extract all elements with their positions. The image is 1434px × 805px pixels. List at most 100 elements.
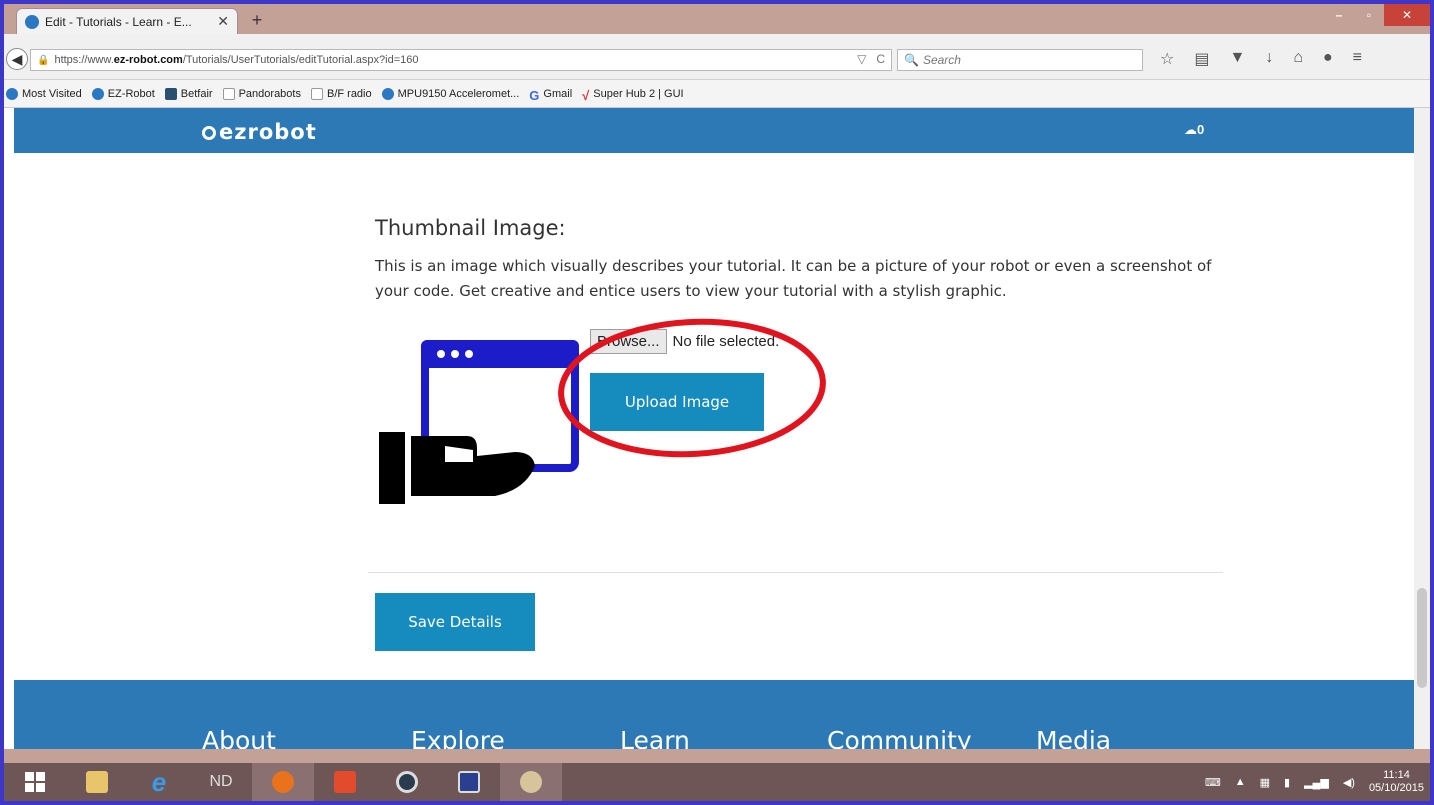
- volume-icon[interactable]: ◀): [1343, 776, 1355, 789]
- search-icon: 🔍: [904, 53, 919, 67]
- tray-expand-icon[interactable]: ▲: [1235, 776, 1246, 788]
- bookmark-gmail[interactable]: G Gmail: [529, 87, 572, 103]
- taskbar-firefox[interactable]: [252, 763, 314, 801]
- battery-icon[interactable]: ▮: [1284, 776, 1290, 789]
- minimize-button[interactable]: –: [1324, 4, 1354, 26]
- logo-mark-icon: [202, 126, 216, 140]
- back-button[interactable]: ◀: [6, 48, 28, 70]
- bookmark-most-visited[interactable]: Most Visited: [6, 87, 82, 100]
- footer-link-learn[interactable]: Learn: [620, 726, 690, 749]
- close-window-button[interactable]: ✕: [1384, 4, 1430, 26]
- footer-link-community[interactable]: Community: [827, 726, 972, 749]
- page-icon: [222, 87, 235, 100]
- url-path: /Tutorials/UserTutorials/editTutorial.as…: [182, 54, 419, 66]
- firefox-icon: [272, 771, 294, 793]
- url-prefix: https://www.: [54, 54, 114, 66]
- footer-link-explore[interactable]: Explore: [411, 726, 505, 749]
- menu-icon[interactable]: ≡: [1353, 49, 1362, 69]
- browse-button[interactable]: Browse...: [590, 329, 667, 354]
- taskbar-media-app[interactable]: [314, 763, 376, 801]
- ezrobot-icon: [381, 87, 394, 100]
- address-bar[interactable]: 🔒 https://www. ez-robot.com/Tutorials/Use…: [30, 49, 892, 71]
- bookmark-star-icon[interactable]: ☆: [1160, 49, 1174, 69]
- clock-date: 05/10/2015: [1368, 782, 1424, 794]
- bookmark-bf-radio[interactable]: B/F radio: [310, 87, 372, 100]
- file-status: No file selected.: [672, 333, 780, 350]
- file-input: Browse... No file selected.: [590, 329, 779, 354]
- chat-icon[interactable]: ●: [1323, 49, 1333, 69]
- toolbar-icons: ☆ ▤ ▼ ↓ ⌂ ● ≡: [1160, 49, 1362, 69]
- maximize-button[interactable]: ▫: [1354, 4, 1384, 26]
- system-tray: ⌨ ▲ ▦ ▮ ▂▄▆ ◀) 11:14 05/10/2015: [1205, 763, 1424, 801]
- lock-icon: 🔒: [37, 54, 50, 66]
- tab-strip: Edit - Tutorials - Learn - E... ✕ + – ▫ …: [4, 4, 1430, 34]
- upload-image-button[interactable]: Upload Image: [590, 373, 764, 431]
- taskbar-internet-explorer[interactable]: e: [128, 763, 190, 801]
- nd-icon: ND: [209, 773, 233, 790]
- footer-link-about[interactable]: About: [202, 726, 276, 749]
- site-logo[interactable]: ezrobot: [202, 120, 317, 144]
- bookmark-pandorabots[interactable]: Pandorabots: [222, 87, 301, 100]
- google-icon: G: [529, 87, 540, 103]
- taskbar-camera-app[interactable]: [376, 763, 438, 801]
- section-divider: [368, 572, 1223, 573]
- reload-icon[interactable]: C: [876, 52, 885, 66]
- site-footer: About Explore Learn Community Media: [14, 680, 1414, 749]
- tab-title: Edit - Tutorials - Learn - E...: [45, 14, 192, 29]
- camera-icon: [396, 771, 418, 793]
- windows-taskbar: e ND ⌨ ▲ ▦ ▮ ▂▄▆ ◀) 11:14 05/10/2015: [4, 749, 1430, 801]
- windows-logo-icon: [25, 772, 45, 792]
- new-tab-button[interactable]: +: [244, 10, 270, 31]
- taskbar-app-nd[interactable]: ND: [190, 763, 252, 801]
- downloads-icon[interactable]: ↓: [1265, 49, 1273, 69]
- signal-icon[interactable]: ▂▄▆: [1304, 776, 1329, 789]
- footer-link-media[interactable]: Media: [1036, 726, 1111, 749]
- bookmark-betfair[interactable]: Betfair: [164, 87, 213, 100]
- tab-close-icon[interactable]: ✕: [217, 13, 229, 30]
- section-title: Thumbnail Image:: [375, 216, 566, 240]
- ezrobot-icon: [91, 87, 104, 100]
- clock[interactable]: 11:14 05/10/2015: [1369, 769, 1424, 795]
- search-placeholder: Search: [922, 53, 961, 67]
- page-scrollbar[interactable]: [1414, 108, 1430, 749]
- monitor-icon: [458, 771, 480, 793]
- clock-time: 11:14: [1383, 769, 1410, 781]
- cart-icon: ☁: [1184, 122, 1197, 137]
- back-arrow-icon: ◀: [11, 50, 23, 67]
- bookmark-mpu9150[interactable]: MPU9150 Acceleromet...: [381, 87, 519, 100]
- bookmark-folder-icon: [6, 87, 18, 100]
- reading-list-icon[interactable]: ▤: [1194, 49, 1209, 69]
- internet-explorer-icon: e: [151, 766, 167, 797]
- page-viewport: ezrobot ☁0 Thumbnail Image: This is an i…: [4, 108, 1430, 749]
- network-icon[interactable]: ▦: [1260, 776, 1270, 789]
- keyboard-icon[interactable]: ⌨: [1205, 776, 1221, 789]
- taskbar-file-explorer[interactable]: [66, 763, 128, 801]
- page-icon: [310, 87, 323, 100]
- window-controls: – ▫ ✕: [1324, 4, 1430, 26]
- section-description: This is an image which visually describe…: [375, 257, 1212, 300]
- browser-tab[interactable]: Edit - Tutorials - Learn - E... ✕: [16, 8, 238, 34]
- headphones-icon: [334, 771, 356, 793]
- ezrobot-favicon-icon: [25, 14, 39, 29]
- pocket-icon[interactable]: ▼: [1229, 49, 1245, 69]
- search-input[interactable]: 🔍 Search: [897, 49, 1143, 71]
- bookmark-ezrobot[interactable]: EZ-Robot: [91, 87, 155, 100]
- save-details-button[interactable]: Save Details: [375, 593, 535, 651]
- betfair-icon: [164, 87, 177, 100]
- home-icon[interactable]: ⌂: [1293, 49, 1303, 69]
- cart-count: 0: [1197, 122, 1205, 137]
- taskbar-paint[interactable]: [500, 763, 562, 801]
- folder-icon: [86, 771, 108, 793]
- bookmarks-bar: Most Visited EZ-Robot Betfair Pandorabot…: [4, 80, 1430, 108]
- start-button[interactable]: [4, 763, 66, 801]
- cart-link[interactable]: ☁0: [1184, 122, 1204, 138]
- url-domain: ez-robot.com: [113, 54, 183, 66]
- paint-palette-icon: [520, 771, 542, 793]
- dropdown-icon[interactable]: ▽: [857, 52, 866, 66]
- bookmark-super-hub[interactable]: √ Super Hub 2 | GUI: [582, 87, 683, 103]
- check-icon: √: [582, 87, 590, 103]
- scrollbar-thumb[interactable]: [1417, 588, 1427, 688]
- thumbnail-placeholder-icon: [379, 340, 579, 504]
- taskbar-remote-app[interactable]: [438, 763, 500, 801]
- site-header: ezrobot ☁0: [14, 108, 1414, 153]
